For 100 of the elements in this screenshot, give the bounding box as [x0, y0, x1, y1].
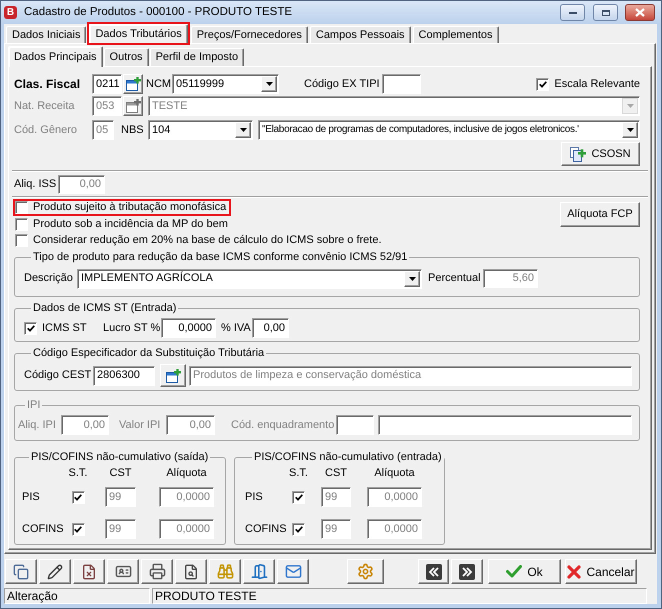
caret-down-icon	[408, 276, 416, 280]
tab[interactable]: Complementos	[412, 26, 499, 43]
window-plus-icon	[166, 368, 180, 382]
ok-button[interactable]: Ok	[488, 559, 561, 584]
field-label: NCM	[146, 78, 172, 90]
preview-button[interactable]	[175, 559, 207, 584]
field-label: Clas. Fiscal	[14, 78, 80, 90]
iva-field[interactable]: 0,00	[252, 318, 289, 338]
group-title: Dados de ICMS ST (Entrada)	[32, 302, 178, 315]
check-icon	[506, 565, 522, 578]
check-icon	[294, 494, 302, 500]
minimize-button[interactable]	[560, 4, 585, 21]
nbs-description-combo-box[interactable]: "Elaboracao de programas de computadores, inclusive de jogos eletronicos.'	[258, 120, 640, 140]
fcp-rate-button[interactable]: Alíquota FCP	[560, 202, 640, 227]
checkbox[interactable]	[536, 78, 550, 90]
tab[interactable]: Outros	[104, 48, 149, 66]
checkbox[interactable]	[292, 522, 305, 536]
cest-code-field[interactable]: 2806300	[93, 366, 155, 386]
chevrons-right-icon	[459, 564, 475, 580]
checkbox[interactable]	[15, 234, 28, 246]
process-button[interactable]	[347, 559, 384, 584]
ex-tipi-field[interactable]	[382, 74, 421, 94]
maximize-icon	[602, 10, 610, 16]
tab[interactable]: Preços/Fornecedores	[190, 26, 308, 43]
check-icon	[74, 526, 82, 532]
window-plus-icon	[126, 77, 140, 91]
maximize-button[interactable]	[593, 4, 618, 21]
delete-button[interactable]	[73, 559, 105, 584]
documents-plus-icon	[570, 146, 586, 162]
checkbox[interactable]	[72, 490, 84, 504]
copy-button[interactable]	[5, 559, 37, 584]
description-combo-box[interactable]: IMPLEMENTO AGRÍCOLA	[77, 268, 422, 288]
close-icon	[567, 564, 582, 578]
group-title: IPI	[26, 399, 42, 412]
file-x-icon	[81, 564, 97, 580]
next-button[interactable]	[451, 559, 483, 584]
caret-down-icon	[240, 128, 246, 132]
field-label: Cód. Gênero	[14, 124, 77, 136]
framing-description-field[interactable]	[378, 415, 632, 435]
close-button[interactable]	[625, 4, 655, 21]
door-icon	[250, 563, 268, 580]
previous-button[interactable]	[418, 559, 449, 584]
field-label: COFINS	[245, 524, 287, 534]
ncm-combo-box[interactable]: 05119999	[172, 74, 279, 94]
minimize-icon	[568, 12, 576, 14]
binoculars-icon	[216, 563, 234, 580]
nbs-combo-box[interactable]: 104	[148, 120, 253, 140]
cancel-button[interactable]: Cancelar	[565, 559, 637, 584]
checkbox[interactable]	[72, 522, 84, 536]
tab[interactable]: Perfil de Imposto	[150, 48, 244, 66]
checkbox[interactable]	[15, 201, 28, 214]
field-label: PIS	[22, 492, 40, 502]
edit-button[interactable]	[39, 559, 71, 584]
find-button[interactable]	[209, 559, 241, 584]
column-header: S.T.	[68, 468, 88, 478]
card-button[interactable]	[107, 559, 139, 584]
profit-field[interactable]: 0,0000	[161, 318, 216, 338]
check-icon	[74, 494, 82, 500]
tab[interactable]: Dados Tributários	[89, 24, 188, 43]
email-button[interactable]	[277, 559, 309, 584]
csosn-button[interactable]: CSOSN	[561, 142, 640, 166]
status-panel: PRODUTO TESTE	[152, 588, 647, 604]
chevrons-left-icon	[426, 564, 442, 580]
column-header: Alíquota	[166, 468, 207, 478]
group-title: PIS/COFINS não-cumulativo (entrada)	[253, 451, 443, 464]
checkbox[interactable]	[24, 322, 37, 334]
field-label: Lucro ST %	[103, 322, 160, 334]
field-label: NBS	[121, 124, 144, 136]
tab[interactable]: Dados Iniciais	[6, 26, 86, 43]
field-label: COFINS	[22, 524, 64, 534]
checkbox[interactable]	[292, 490, 305, 504]
tab[interactable]: Dados Principais	[8, 46, 103, 67]
exit-button[interactable]	[243, 559, 275, 584]
field-label: Aliq. IPI	[18, 420, 56, 430]
check-icon	[538, 80, 547, 88]
framing-code-field[interactable]	[336, 415, 374, 435]
field-label: Percentual	[428, 273, 481, 284]
field-label: PIS	[245, 492, 263, 502]
file-search-icon	[183, 564, 199, 580]
lookup-button[interactable]	[160, 364, 186, 387]
class-code-field[interactable]: 0211	[92, 74, 122, 94]
column-header: Alíquota	[374, 468, 415, 478]
status-panel: Alteração	[4, 588, 150, 604]
checkbox-label: Produto sob a incidência da MP do bem	[33, 218, 228, 230]
lookup-button[interactable]	[123, 74, 143, 94]
caret-down-icon	[626, 104, 634, 108]
field-label: Código EX TIPI	[304, 78, 380, 90]
print-button[interactable]	[141, 559, 173, 584]
check-icon	[26, 324, 34, 332]
tab[interactable]: Campos Pessoais	[310, 26, 411, 43]
column-header: CST	[110, 468, 132, 478]
checkbox[interactable]	[15, 218, 28, 230]
checkbox-label: Escala Relevante	[554, 78, 640, 90]
checkbox-label: ICMS ST	[42, 322, 87, 334]
checkbox-label: Produto sujeito à tributação monofásica	[33, 202, 226, 213]
window-title: Cadastro de Produtos - 000100 - PRODUTO TESTE	[24, 6, 292, 18]
field-label: Valor IPI	[119, 420, 160, 430]
close-icon	[635, 8, 645, 17]
group-title: Código Especificador da Substituição Tributária	[32, 347, 266, 360]
field-label: Código CEST	[24, 370, 92, 381]
